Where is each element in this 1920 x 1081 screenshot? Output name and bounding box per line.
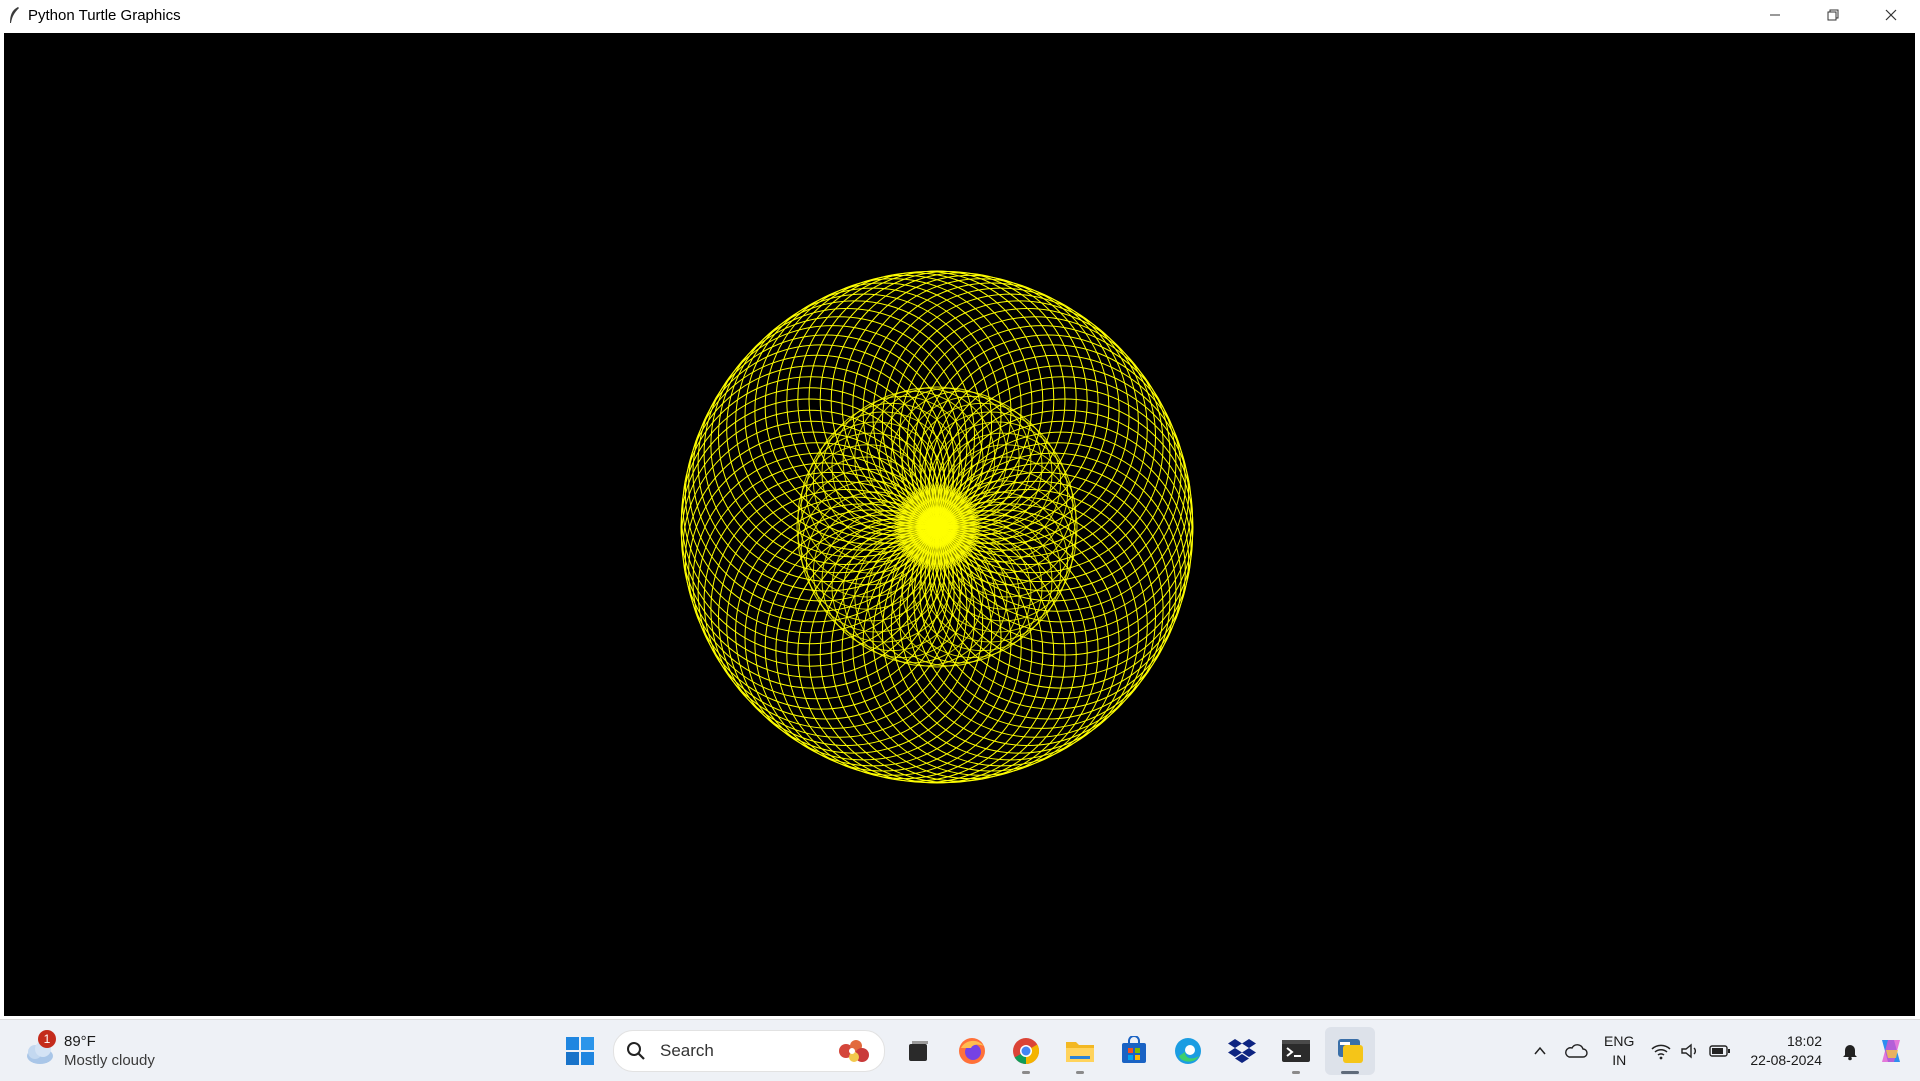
bell-icon (1843, 1044, 1857, 1060)
terminal-button[interactable] (1271, 1027, 1321, 1075)
firefox-icon (959, 1037, 985, 1064)
edge-icon (1175, 1037, 1201, 1064)
feather-icon (6, 7, 22, 23)
turtle-window: Python Turtle Graphics (0, 0, 1920, 1019)
clock-time: 18:02 (1786, 1032, 1822, 1049)
weather-temperature: 89°F (64, 1033, 96, 1050)
search-highlight-icon (834, 1035, 874, 1072)
start-button[interactable] (555, 1027, 605, 1075)
running-indicator (1022, 1070, 1030, 1074)
spirograph-strokes (680, 270, 1194, 784)
spirograph-core (897, 487, 977, 567)
minimize-icon (1770, 14, 1780, 16)
clock-date: 22-08-2024 (1750, 1051, 1822, 1068)
running-indicator (1292, 1070, 1300, 1074)
task-view-icon (909, 1040, 928, 1061)
copilot-button[interactable] (1876, 1036, 1906, 1066)
notifications-button[interactable] (1840, 1041, 1860, 1061)
running-indicator (1076, 1070, 1084, 1074)
restore-button[interactable] (1804, 0, 1862, 30)
dropbox-icon (1228, 1038, 1256, 1063)
cloud-icon: 1 (22, 1030, 56, 1068)
clock[interactable]: 18:02 22-08-2024 (1750, 1032, 1822, 1070)
language-region: IN (1612, 1051, 1627, 1068)
chrome-button[interactable] (1001, 1027, 1051, 1075)
volume-icon (1681, 1043, 1697, 1058)
store-button[interactable] (1109, 1027, 1159, 1075)
search-box[interactable] (613, 1029, 885, 1072)
turtle-canvas[interactable] (4, 33, 1915, 1016)
folder-icon (1066, 1041, 1094, 1062)
store-icon (1122, 1035, 1146, 1063)
chrome-icon (1013, 1037, 1040, 1064)
window-title: Python Turtle Graphics (28, 6, 181, 24)
onedrive-button[interactable] (1564, 1042, 1588, 1060)
taskbar: 1 89°F Mostly cloudy Search ENG IN 18:02… (0, 1019, 1920, 1081)
chevron-up-icon (1534, 1046, 1546, 1054)
python-button[interactable] (1325, 1026, 1375, 1075)
weather-condition: Mostly cloudy (64, 1052, 155, 1069)
close-icon (1885, 9, 1897, 21)
weather-badge: 1 (38, 1030, 56, 1048)
network-volume-battery-group[interactable] (1650, 1042, 1732, 1060)
onedrive-cloud-icon (1565, 1043, 1588, 1058)
close-button[interactable] (1862, 0, 1920, 30)
search-input[interactable] (658, 1039, 812, 1062)
language-code: ENG (1604, 1032, 1635, 1049)
battery-icon (1709, 1044, 1731, 1057)
firefox-button[interactable] (947, 1027, 997, 1075)
weather-widget[interactable]: 1 89°F Mostly cloudy (22, 1028, 155, 1074)
copilot-icon (1882, 1039, 1900, 1062)
file-explorer-button[interactable] (1055, 1027, 1105, 1075)
wifi-icon (1651, 1044, 1671, 1059)
python-icon (1338, 1038, 1363, 1063)
show-hidden-icons-button[interactable] (1532, 1043, 1548, 1059)
restore-icon (1827, 9, 1839, 21)
language-switcher[interactable]: ENG IN (1604, 1032, 1634, 1070)
minimize-button[interactable] (1746, 0, 1804, 30)
edge-button[interactable] (1163, 1027, 1213, 1075)
dropbox-button[interactable] (1217, 1027, 1267, 1075)
running-indicator (1341, 1070, 1359, 1074)
terminal-icon (1282, 1039, 1310, 1062)
task-view-button[interactable] (893, 1027, 943, 1075)
spirograph-drawing (680, 270, 1194, 784)
title-bar[interactable]: Python Turtle Graphics (0, 0, 1920, 30)
search-icon (626, 1041, 646, 1061)
windows-logo-icon (566, 1036, 594, 1065)
